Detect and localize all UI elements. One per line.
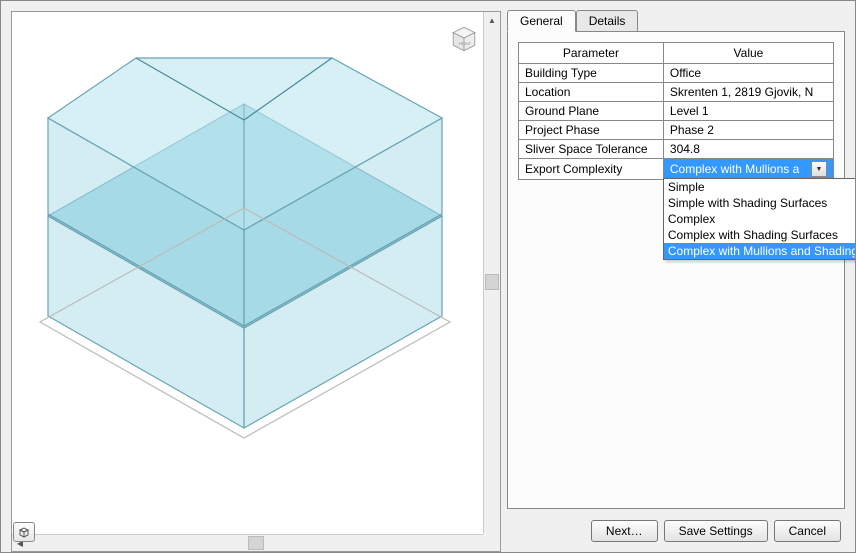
next-button[interactable]: Next… [591,520,658,542]
dropdown-item[interactable]: Complex with Shading Surfaces [664,227,855,243]
table-row[interactable]: Building Type Office [519,64,834,83]
export-complexity-dropdown[interactable]: Complex with Mullions a ▼ Simple Simple … [663,159,833,180]
col-header-parameter: Parameter [519,43,664,64]
tab-strip: General Details [507,9,845,31]
col-header-value: Value [663,43,833,64]
view-cube[interactable]: FRONT [446,20,482,56]
cube-icon [17,526,31,538]
param-name: Export Complexity [519,159,664,180]
chevron-down-icon[interactable]: ▼ [811,161,827,177]
properties-panel: General Details Parameter Value Building… [507,9,845,552]
param-name: Project Phase [519,121,664,140]
dropdown-selected-text: Complex with Mullions a [670,162,799,176]
table-row-export-complexity[interactable]: Export Complexity Complex with Mullions … [519,159,834,180]
tab-general[interactable]: General [507,10,576,32]
dropdown-list[interactable]: Simple Simple with Shading Surfaces Comp… [663,178,855,260]
param-value[interactable]: Office [663,64,833,83]
param-name: Sliver Space Tolerance [519,140,664,159]
table-row[interactable]: Ground Plane Level 1 [519,102,834,121]
dropdown-item[interactable]: Simple with Shading Surfaces [664,195,855,211]
horizontal-scrollbar[interactable]: ◀ ▶ [12,534,500,551]
parameter-table: Parameter Value Building Type Office Loc… [518,42,834,180]
save-settings-button[interactable]: Save Settings [664,520,768,542]
dropdown-item[interactable]: Simple [664,179,855,195]
param-name: Building Type [519,64,664,83]
viewer-panel: FRONT ▲ ▼ ◀ ▶ [11,11,501,552]
tab-content-general: Parameter Value Building Type Office Loc… [507,31,845,509]
param-value[interactable]: Level 1 [663,102,833,121]
param-value[interactable]: Skrenten 1, 2819 Gjovik, N [663,83,833,102]
dropdown-item[interactable]: Complex [664,211,855,227]
export-dialog: FRONT ▲ ▼ ◀ ▶ General [0,0,856,553]
view-mode-button[interactable] [13,522,35,542]
param-name: Location [519,83,664,102]
table-row[interactable]: Project Phase Phase 2 [519,121,834,140]
param-value[interactable]: 304.8 [663,140,833,159]
dialog-button-bar: Next… Save Settings Cancel [591,520,841,542]
main-area: FRONT ▲ ▼ ◀ ▶ General [1,1,855,552]
vertical-scrollbar[interactable]: ▲ ▼ [483,12,500,551]
param-name: Ground Plane [519,102,664,121]
scroll-thumb-horizontal[interactable] [248,536,264,550]
cancel-button[interactable]: Cancel [774,520,841,542]
table-row[interactable]: Sliver Space Tolerance 304.8 [519,140,834,159]
viewer-body[interactable]: FRONT ▲ ▼ ◀ ▶ [12,12,500,551]
scroll-corner [483,534,500,551]
scroll-thumb-vertical[interactable] [485,274,499,290]
table-row[interactable]: Location Skrenten 1, 2819 Gjovik, N [519,83,834,102]
scroll-up-arrow[interactable]: ▲ [484,12,500,28]
view-cube-label: FRONT [459,42,472,46]
building-3d-model [26,26,466,446]
param-value[interactable]: Phase 2 [663,121,833,140]
dropdown-item-selected[interactable]: Complex with Mullions and Shading [664,243,855,259]
tab-details[interactable]: Details [576,10,639,32]
